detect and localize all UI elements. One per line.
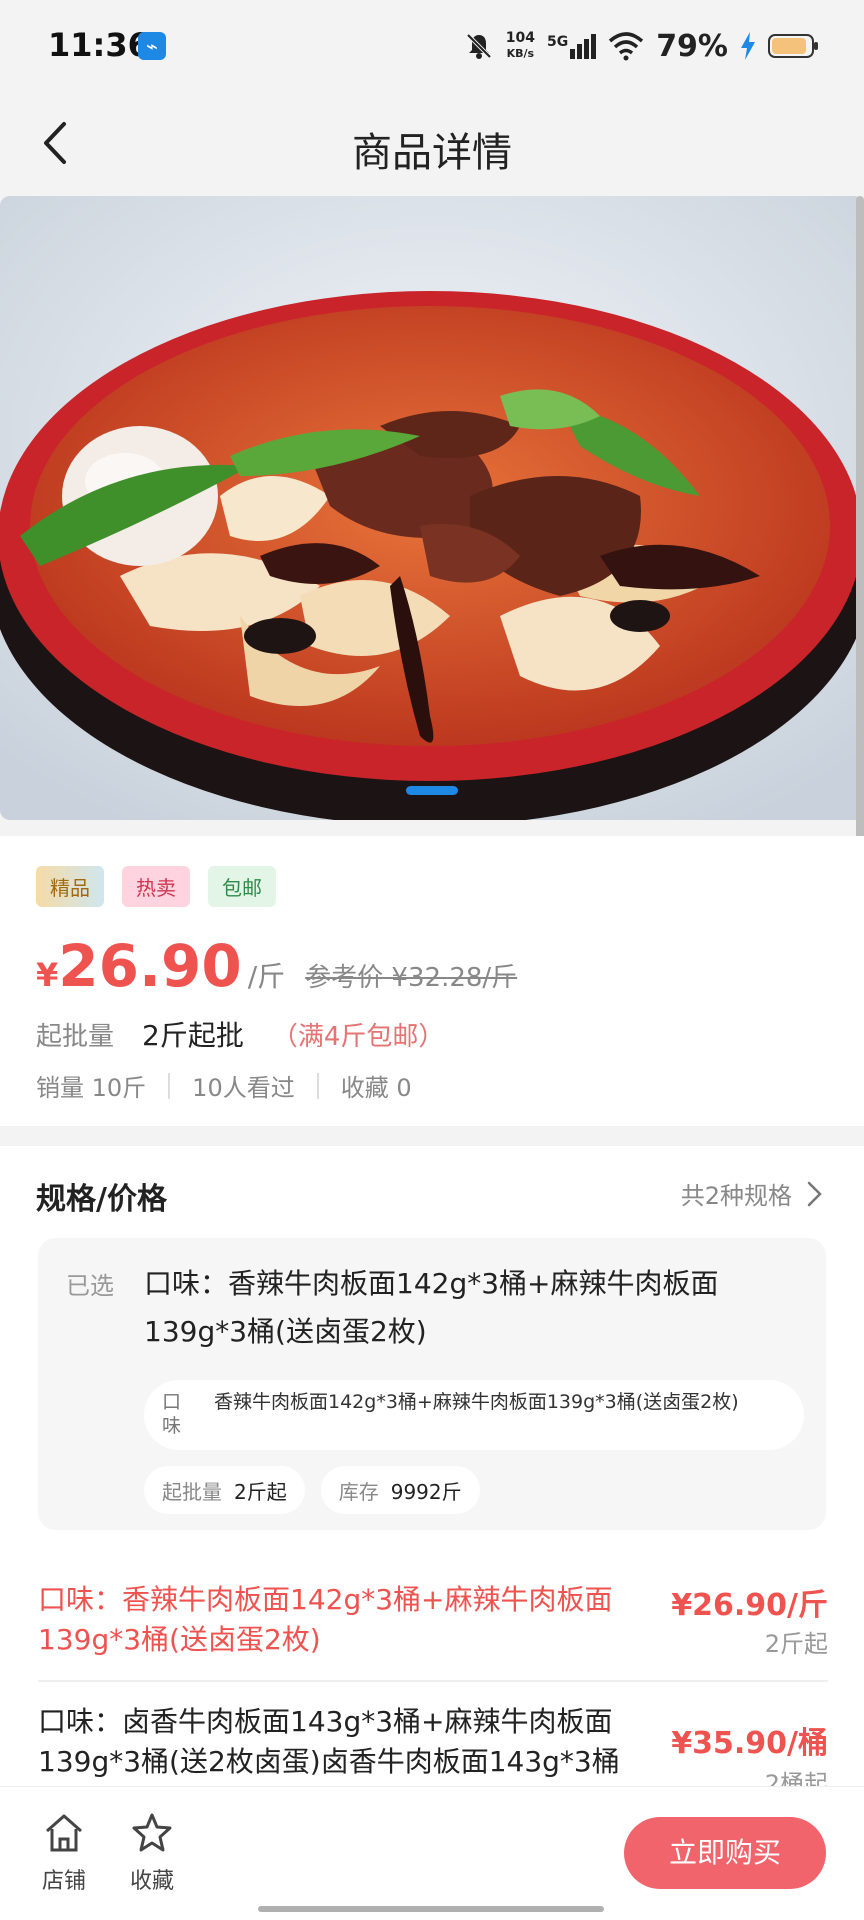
price-unit: /斤 — [247, 960, 286, 993]
moq-row: 起批量 2斤起批 （满4斤包邮） — [36, 1014, 444, 1054]
moq-chip-key: 起批量 — [162, 1479, 222, 1504]
spec-option-2[interactable]: 口味：卤香牛肉板面143g*3桶+麻辣牛肉板面139g*3桶(送2枚卤蛋)卤香牛… — [38, 1702, 828, 1786]
flavor-chip: 口味 香辣牛肉板面142g*3桶+麻辣牛肉板面139g*3桶(送卤蛋2枚) — [144, 1380, 804, 1450]
price: 26.90 — [58, 932, 242, 1000]
spec-option-price: ¥35.90/桶 — [671, 1726, 828, 1761]
reference-price: 参考价 ¥32.28/斤 — [305, 963, 518, 993]
shop-button[interactable]: 店铺 — [34, 1811, 94, 1895]
status-time: 11:36 — [48, 26, 150, 64]
chevron-right-icon — [807, 1181, 822, 1206]
favorite-count: 收藏 0 — [340, 1074, 412, 1102]
charging-icon — [741, 32, 755, 60]
noodle-bowl-image — [0, 196, 864, 820]
net-speed-unit: KB/s — [506, 47, 535, 60]
moq-chip: 起批量 2斤起 — [144, 1466, 305, 1514]
net-speed-value: 104 — [505, 30, 535, 46]
tag-list: 精品 热卖 包邮 — [36, 866, 276, 907]
divider — [316, 1072, 319, 1099]
sales-count: 销量 10斤 — [36, 1074, 147, 1102]
stock-chip: 库存 9992斤 — [320, 1466, 480, 1514]
carousel-indicator — [406, 786, 458, 795]
shop-label: 店铺 — [41, 1869, 86, 1894]
moq-free-shipping: （满4斤包邮） — [271, 1022, 445, 1052]
spec-option-name: 口味：香辣牛肉板面142g*3桶+麻辣牛肉板面139g*3桶(送卤蛋2枚) — [38, 1583, 613, 1656]
network-type: 5G — [546, 33, 569, 50]
spec-section: 规格/价格 共2种规格 已选 口味：香辣牛肉板面142g*3桶+麻辣牛肉板面13… — [0, 1146, 864, 1786]
moq-value: 2斤起批 — [142, 1019, 244, 1052]
spec-count: 共2种规格 — [680, 1182, 792, 1210]
favorite-button[interactable]: 收藏 — [122, 1811, 182, 1895]
price-row: ¥ 26.90 /斤 参考价 ¥32.28/斤 — [36, 932, 517, 1000]
spec-chips: 起批量 2斤起 库存 9992斤 — [144, 1466, 480, 1514]
bottom-action-bar: 店铺 收藏 立即购买 — [0, 1786, 864, 1920]
moq-chip-value: 2斤起 — [234, 1479, 287, 1504]
store-icon — [46, 1814, 82, 1852]
stats-row: 销量 10斤 10人看过 收藏 0 — [36, 1068, 412, 1103]
net-speed: 104 KB/s — [506, 31, 535, 61]
tag-hot: 热卖 — [122, 866, 190, 907]
buy-now-button[interactable]: 立即购买 — [624, 1817, 826, 1889]
page-title: 商品详情 — [352, 130, 512, 176]
divider — [38, 1680, 828, 1682]
view-count: 10人看过 — [192, 1074, 295, 1102]
signal-icon: 5G — [546, 33, 597, 59]
flavor-key: 口味 — [162, 1391, 182, 1437]
selected-spec-box[interactable]: 已选 口味：香辣牛肉板面142g*3桶+麻辣牛肉板面139g*3桶(送卤蛋2枚)… — [38, 1238, 826, 1530]
spec-option-1[interactable]: 口味：香辣牛肉板面142g*3桶+麻辣牛肉板面139g*3桶(送卤蛋2枚) ¥2… — [38, 1580, 828, 1670]
spec-option-name: 口味：卤香牛肉板面143g*3桶+麻辣牛肉板面139g*3桶(送2枚卤蛋)卤香牛… — [38, 1705, 620, 1786]
product-image[interactable] — [0, 196, 864, 820]
spec-more-link[interactable]: 共2种规格 — [681, 1176, 824, 1211]
page-header: 商品详情 — [0, 92, 864, 196]
spec-option-price: ¥26.90/斤 — [671, 1588, 828, 1623]
flavor-value: 香辣牛肉板面142g*3桶+麻辣牛肉板面139g*3桶(送卤蛋2枚) — [214, 1391, 739, 1413]
stock-chip-value: 9992斤 — [390, 1479, 462, 1504]
currency-symbol: ¥ — [36, 956, 59, 994]
tag-premium: 精品 — [36, 866, 104, 907]
usb-icon: ⌁ — [138, 32, 166, 60]
home-indicator[interactable] — [258, 1906, 604, 1912]
selected-value: 口味：香辣牛肉板面142g*3桶+麻辣牛肉板面139g*3桶(送卤蛋2枚) — [144, 1267, 719, 1348]
status-bar: 11:36 ⌁ 104 KB/s 5G 79% — [0, 0, 864, 92]
mute-bell-icon — [466, 33, 492, 59]
wifi-icon — [609, 32, 644, 61]
moq-label: 起批量 — [36, 1022, 115, 1052]
spec-option-moq: 2斤起 — [764, 1630, 828, 1658]
star-icon — [132, 1813, 172, 1852]
battery-percent: 79% — [656, 28, 728, 64]
spec-title: 规格/价格 — [36, 1182, 167, 1217]
status-icons: 104 KB/s 5G 79% — [464, 26, 820, 66]
favorite-label: 收藏 — [129, 1869, 174, 1894]
tag-free-shipping: 包邮 — [208, 866, 276, 907]
divider — [168, 1072, 171, 1099]
selected-label: 已选 — [66, 1272, 114, 1300]
battery-icon — [768, 34, 818, 58]
spec-option-moq: 2桶起 — [764, 1770, 828, 1786]
stock-chip-key: 库存 — [338, 1479, 379, 1504]
product-info-card: 精品 热卖 包邮 ¥ 26.90 /斤 参考价 ¥32.28/斤 起批量 2斤起… — [0, 836, 864, 1126]
